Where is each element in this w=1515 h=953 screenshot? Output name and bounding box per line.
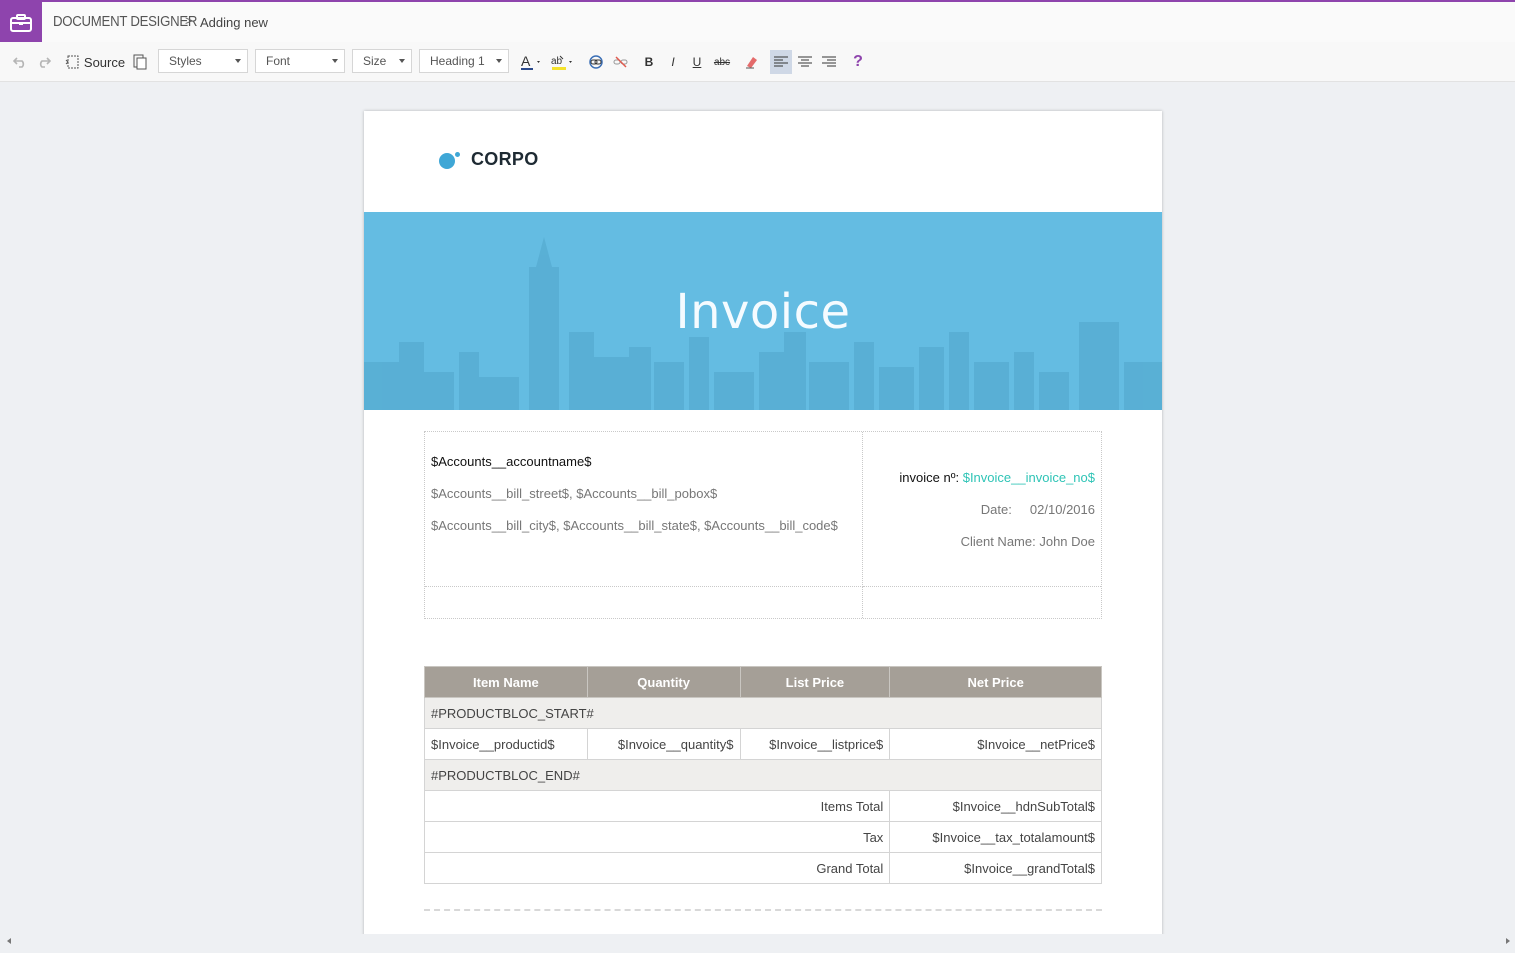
total-value[interactable]: $Invoice__grandTotal$ bbox=[889, 852, 1102, 884]
total-value[interactable]: $Invoice__tax_totalamount$ bbox=[889, 821, 1102, 853]
table-header-row: Item Name Quantity List Price Net Price bbox=[424, 666, 1102, 698]
undo-icon[interactable] bbox=[10, 50, 30, 74]
italic-button[interactable]: I bbox=[664, 50, 682, 74]
invoice-client: Client Name: John Doe bbox=[961, 534, 1095, 549]
chevron-down-icon bbox=[332, 59, 338, 63]
source-icon bbox=[65, 54, 81, 70]
font-label: Font bbox=[266, 54, 291, 68]
app-header: DOCUMENT DESIGNER > Adding new bbox=[0, 0, 1515, 44]
strikethrough-button[interactable]: abc bbox=[711, 50, 733, 74]
product-table: Item Name Quantity List Price Net Price … bbox=[423, 666, 1102, 884]
product-bloc-end[interactable]: #PRODUCTBLOC_END# bbox=[424, 759, 1102, 791]
horizontal-scrollbar[interactable] bbox=[0, 934, 1515, 953]
scroll-left-icon[interactable] bbox=[7, 938, 11, 944]
align-center-icon[interactable] bbox=[795, 50, 815, 74]
column-header: Item Name bbox=[424, 666, 588, 698]
bg-color-icon[interactable]: ab bbox=[549, 50, 577, 74]
invoice-number: invoice nº: $Invoice__invoice_no$ bbox=[899, 470, 1095, 485]
invoice-date-label: Date: bbox=[980, 502, 1012, 517]
account-name: $Accounts__accountname$ bbox=[431, 454, 592, 469]
table-row: Grand Total $Invoice__grandTotal$ bbox=[423, 852, 1102, 884]
unlink-icon[interactable] bbox=[610, 50, 632, 74]
size-dropdown[interactable]: Size bbox=[352, 49, 412, 73]
briefcase-icon[interactable] bbox=[0, 2, 42, 44]
logo-text: CORPO bbox=[471, 149, 539, 169]
styles-label: Styles bbox=[169, 54, 202, 68]
logo-dot-small-icon bbox=[455, 151, 460, 157]
invoice-client-label: Client Name: bbox=[960, 534, 1036, 549]
breadcrumb-separator: > bbox=[185, 13, 193, 28]
font-dropdown[interactable]: Font bbox=[255, 49, 345, 73]
invoice-info-cell[interactable]: invoice nº: $Invoice__invoice_no$ Date: … bbox=[863, 432, 1101, 587]
styles-dropdown[interactable]: Styles bbox=[158, 49, 248, 73]
column-header: Net Price bbox=[889, 666, 1102, 698]
table-cell[interactable]: $Invoice__netPrice$ bbox=[889, 728, 1102, 760]
table-row: Items Total $Invoice__hdnSubTotal$ bbox=[423, 790, 1102, 822]
logo: CORPO bbox=[439, 149, 539, 170]
table-row: #PRODUCTBLOC_END# bbox=[424, 759, 1102, 791]
chevron-down-icon bbox=[399, 59, 405, 63]
breadcrumb-current: Adding new bbox=[200, 15, 268, 30]
invoice-date-value: 02/10/2016 bbox=[1029, 502, 1095, 517]
svg-text:ab: ab bbox=[551, 56, 563, 67]
total-label[interactable]: Items Total bbox=[423, 790, 891, 822]
billing-address-cell[interactable]: $Accounts__accountname$ $Accounts__bill_… bbox=[425, 432, 863, 587]
align-left-icon[interactable] bbox=[770, 50, 792, 74]
svg-text:A: A bbox=[521, 53, 531, 69]
source-button[interactable]: Source bbox=[65, 50, 125, 74]
remove-format-icon[interactable] bbox=[742, 50, 762, 74]
total-label[interactable]: Grand Total bbox=[423, 852, 891, 884]
invoice-banner: Invoice bbox=[364, 212, 1162, 410]
align-right-icon[interactable] bbox=[819, 50, 839, 74]
link-icon[interactable] bbox=[585, 50, 607, 74]
invoice-number-value: $Invoice__invoice_no$ bbox=[962, 470, 1095, 485]
table-cell[interactable]: $Invoice__productid$ bbox=[424, 728, 588, 760]
address-table: $Accounts__accountname$ $Accounts__bill_… bbox=[424, 431, 1102, 619]
table-row: Tax $Invoice__tax_totalamount$ bbox=[423, 821, 1102, 853]
product-bloc-start[interactable]: #PRODUCTBLOC_START# bbox=[424, 697, 1102, 729]
account-address-line2: $Accounts__bill_city$, $Accounts__bill_s… bbox=[431, 518, 838, 533]
source-label: Source bbox=[83, 54, 126, 70]
table-cell[interactable]: $Invoice__quantity$ bbox=[586, 728, 741, 760]
underline-button[interactable]: U bbox=[688, 50, 706, 74]
invoice-date: Date: 02/10/2016 bbox=[981, 502, 1095, 517]
chevron-down-icon bbox=[496, 59, 502, 63]
page-divider bbox=[424, 909, 1102, 911]
account-address-line1: $Accounts__bill_street$, $Accounts__bill… bbox=[431, 486, 718, 501]
format-label: Heading 1 bbox=[430, 54, 485, 68]
text-color-icon[interactable]: A bbox=[518, 50, 546, 74]
table-cell[interactable]: $Invoice__listprice$ bbox=[739, 728, 891, 760]
breadcrumb-module[interactable]: DOCUMENT DESIGNER bbox=[53, 13, 197, 30]
logo-dot-icon bbox=[439, 152, 455, 169]
redo-icon[interactable] bbox=[34, 50, 54, 74]
invoice-number-label: invoice nº: bbox=[899, 470, 960, 485]
size-label: Size bbox=[363, 54, 387, 68]
total-value[interactable]: $Invoice__hdnSubTotal$ bbox=[889, 790, 1102, 822]
column-header: List Price bbox=[739, 666, 891, 698]
total-label[interactable]: Tax bbox=[423, 821, 891, 853]
table-row: $Invoice__productid$ $Invoice__quantity$… bbox=[424, 728, 1102, 760]
scroll-right-icon[interactable] bbox=[1506, 938, 1510, 944]
chevron-down-icon bbox=[235, 59, 241, 63]
format-dropdown[interactable]: Heading 1 bbox=[419, 49, 509, 73]
invoice-client-value: John Doe bbox=[1039, 534, 1095, 549]
column-header: Quantity bbox=[586, 666, 741, 698]
bold-button[interactable]: B bbox=[640, 50, 658, 74]
empty-cell[interactable] bbox=[425, 587, 863, 618]
invoice-title: Invoice bbox=[675, 284, 851, 340]
help-icon[interactable]: ? bbox=[848, 50, 868, 74]
document-page[interactable]: CORPO Invoice $Accounts__accountname$ $A… bbox=[364, 111, 1162, 953]
table-row: #PRODUCTBLOC_START# bbox=[424, 697, 1102, 729]
editor-toolbar: Source Styles Font Size Heading 1 A ab B… bbox=[0, 42, 1515, 82]
templates-icon[interactable] bbox=[130, 50, 150, 74]
